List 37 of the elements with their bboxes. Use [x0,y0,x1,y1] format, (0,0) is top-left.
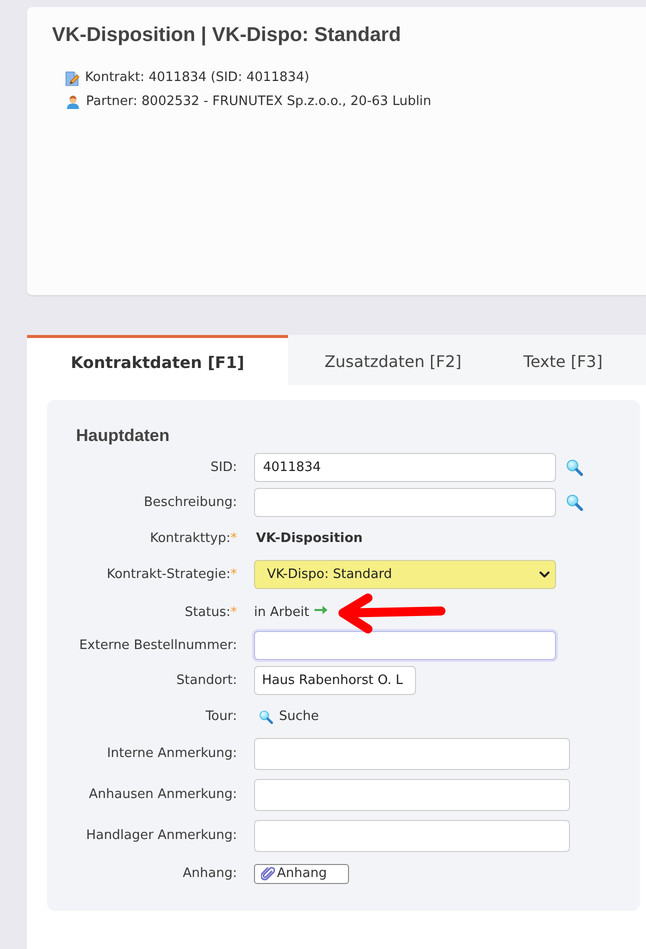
page-title: VK-Disposition | VK-Dispo: Standard [52,23,401,47]
status-text: in Arbeit [254,604,310,622]
strategy-select[interactable]: VK-Dispo: Standard [254,560,556,589]
note-field[interactable] [254,820,570,852]
field-value: VK-Disposition [256,530,363,548]
field-label: Anhang: [182,865,237,884]
search-icon [259,710,273,724]
contract-document-icon [65,70,80,86]
field-label: Handlager Anmerkung: [86,827,237,846]
field-label: Tour: [206,708,237,726]
text-input[interactable] [254,488,556,517]
field-label: Kontrakt-Strategie:* [106,566,237,584]
text-input[interactable]: 4011834 [254,453,556,482]
field-label: Interne Anmerkung: [106,745,237,764]
search-icon[interactable] [566,494,583,511]
field-label: Beschreibung: [144,494,237,512]
text-input[interactable]: Haus Rabenhorst O. L [254,666,416,695]
note-field[interactable] [254,738,570,770]
section-title: Hauptdaten [76,426,170,446]
search-link[interactable]: Suche [259,706,319,726]
attachment-button[interactable]: Anhang [254,864,349,884]
info-text: Kontrakt: 4011834 (SID: 4011834) [85,69,310,88]
chevron-down-icon [539,571,550,578]
tab[interactable]: Kontraktdaten [F1] [27,335,288,385]
search-icon[interactable] [566,459,583,476]
paperclip-icon [261,867,275,881]
field-label: Externe Bestellnummer: [79,636,237,655]
arrow-right-icon [314,605,328,615]
field-label: Anhausen Anmerkung: [88,786,237,804]
note-field[interactable] [254,779,570,811]
info-text: Partner: 8002532 - FRUNUTEX Sp.z.o.o., 20-63 Lublin [86,93,432,112]
field-label: SID: [210,458,237,477]
field-label: Kontrakttyp:* [150,530,237,548]
field-label: Standort: [176,672,237,690]
person-icon [66,95,80,109]
text-input[interactable] [254,631,556,660]
field-label: Status:* [184,604,237,622]
